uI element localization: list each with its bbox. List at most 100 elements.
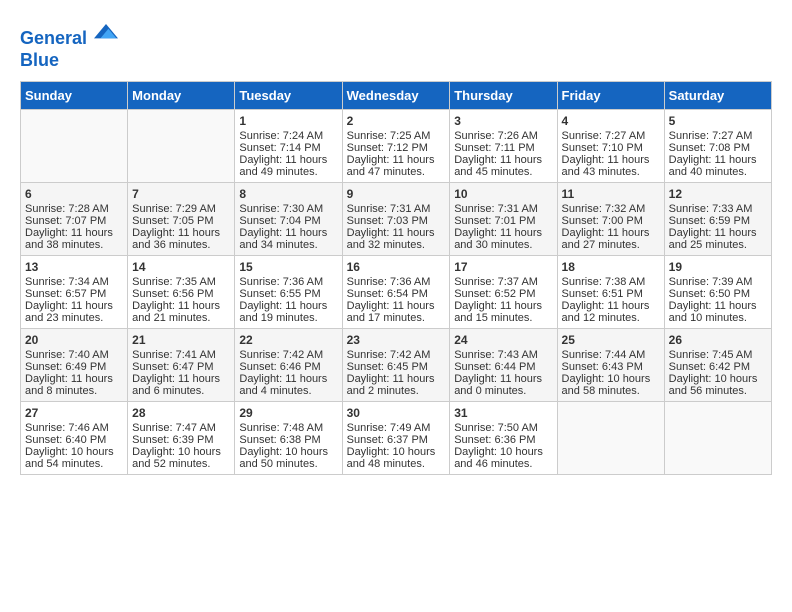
daylight-text: Daylight: 11 hours and 6 minutes. [132, 373, 220, 397]
sunrise-text: Sunrise: 7:33 AM [669, 203, 753, 215]
header-thursday: Thursday [450, 81, 557, 109]
calendar-header: SundayMondayTuesdayWednesdayThursdayFrid… [21, 81, 772, 109]
calendar-cell: 18Sunrise: 7:38 AMSunset: 6:51 PMDayligh… [557, 255, 664, 328]
day-number: 16 [347, 260, 446, 274]
sunset-text: Sunset: 6:42 PM [669, 361, 750, 373]
sunset-text: Sunset: 7:12 PM [347, 142, 428, 154]
logo-blue: Blue [20, 50, 118, 71]
calendar-cell: 23Sunrise: 7:42 AMSunset: 6:45 PMDayligh… [342, 328, 450, 401]
sunset-text: Sunset: 6:49 PM [25, 361, 106, 373]
week-row-3: 13Sunrise: 7:34 AMSunset: 6:57 PMDayligh… [21, 255, 772, 328]
day-number: 17 [454, 260, 552, 274]
sunset-text: Sunset: 7:00 PM [562, 215, 643, 227]
calendar-cell: 6Sunrise: 7:28 AMSunset: 7:07 PMDaylight… [21, 182, 128, 255]
sunset-text: Sunset: 6:47 PM [132, 361, 213, 373]
daylight-text: Daylight: 11 hours and 30 minutes. [454, 227, 542, 251]
day-number: 8 [239, 187, 337, 201]
sunset-text: Sunset: 7:05 PM [132, 215, 213, 227]
daylight-text: Daylight: 11 hours and 36 minutes. [132, 227, 220, 251]
calendar-cell: 30Sunrise: 7:49 AMSunset: 6:37 PMDayligh… [342, 401, 450, 474]
sunrise-text: Sunrise: 7:27 AM [669, 130, 753, 142]
sunset-text: Sunset: 6:38 PM [239, 434, 320, 446]
sunset-text: Sunset: 6:36 PM [454, 434, 535, 446]
sunrise-text: Sunrise: 7:47 AM [132, 422, 216, 434]
day-number: 29 [239, 406, 337, 420]
sunrise-text: Sunrise: 7:35 AM [132, 276, 216, 288]
daylight-text: Daylight: 11 hours and 8 minutes. [25, 373, 113, 397]
day-number: 20 [25, 333, 123, 347]
day-number: 31 [454, 406, 552, 420]
day-number: 27 [25, 406, 123, 420]
calendar-cell: 1Sunrise: 7:24 AMSunset: 7:14 PMDaylight… [235, 109, 342, 182]
daylight-text: Daylight: 11 hours and 4 minutes. [239, 373, 327, 397]
header-wednesday: Wednesday [342, 81, 450, 109]
daylight-text: Daylight: 11 hours and 49 minutes. [239, 154, 327, 178]
calendar-cell: 14 Sunrise: 7:35 AMSunset: 6:56 PMDayligh… [128, 255, 235, 328]
calendar-body: 1Sunrise: 7:24 AMSunset: 7:14 PMDaylight… [21, 109, 772, 474]
sunrise-text: Sunrise: 7:34 AM [25, 276, 109, 288]
calendar-cell: 9Sunrise: 7:31 AMSunset: 7:03 PMDaylight… [342, 182, 450, 255]
daylight-text: Daylight: 10 hours and 52 minutes. [132, 446, 221, 470]
calendar-cell: 7Sunrise: 7:29 AMSunset: 7:05 PMDaylight… [128, 182, 235, 255]
daylight-text: Daylight: 11 hours and 19 minutes. [239, 300, 327, 324]
sunrise-text: Sunrise: 7:43 AM [454, 349, 538, 361]
sunrise-text: Sunrise: 7:26 AM [454, 130, 538, 142]
sunset-text: Sunset: 7:14 PM [239, 142, 320, 154]
sunset-text: Sunset: 6:56 PM [132, 288, 213, 300]
sunset-text: Sunset: 6:51 PM [562, 288, 643, 300]
sunrise-text: Sunrise: 7:24 AM [239, 130, 323, 142]
calendar-cell: 15Sunrise: 7:36 AMSunset: 6:55 PMDayligh… [235, 255, 342, 328]
header-friday: Friday [557, 81, 664, 109]
calendar-cell: 8Sunrise: 7:30 AMSunset: 7:04 PMDaylight… [235, 182, 342, 255]
calendar-cell: 13Sunrise: 7:34 AMSunset: 6:57 PMDayligh… [21, 255, 128, 328]
day-number: 23 [347, 333, 446, 347]
day-number: 25 [562, 333, 660, 347]
daylight-text: Daylight: 10 hours and 58 minutes. [562, 373, 651, 397]
calendar-cell [21, 109, 128, 182]
daylight-text: Daylight: 11 hours and 40 minutes. [669, 154, 757, 178]
calendar-cell: 27 Sunrise: 7:46 AMSunset: 6:40 PMDayligh… [21, 401, 128, 474]
sunrise-text: Sunrise: 7:38 AM [562, 276, 646, 288]
calendar-cell: 24Sunrise: 7:43 AMSunset: 6:44 PMDayligh… [450, 328, 557, 401]
sunset-text: Sunset: 7:04 PM [239, 215, 320, 227]
calendar-cell: 16Sunrise: 7:36 AMSunset: 6:54 PMDayligh… [342, 255, 450, 328]
header-row: SundayMondayTuesdayWednesdayThursdayFrid… [21, 81, 772, 109]
daylight-text: Daylight: 11 hours and 27 minutes. [562, 227, 650, 251]
day-number: 24 [454, 333, 552, 347]
day-number: 21 [132, 333, 230, 347]
header-sunday: Sunday [21, 81, 128, 109]
header-monday: Monday [128, 81, 235, 109]
calendar-cell: 20 Sunrise: 7:40 AMSunset: 6:49 PMDayligh… [21, 328, 128, 401]
sunset-text: Sunset: 7:03 PM [347, 215, 428, 227]
sunrise-text: Sunrise: 7:50 AM [454, 422, 538, 434]
sunset-text: Sunset: 6:55 PM [239, 288, 320, 300]
day-number: 14 [132, 260, 230, 274]
calendar-cell: 11Sunrise: 7:32 AMSunset: 7:00 PMDayligh… [557, 182, 664, 255]
day-number: 6 [25, 187, 123, 201]
daylight-text: Daylight: 10 hours and 56 minutes. [669, 373, 758, 397]
calendar-cell: 2Sunrise: 7:25 AMSunset: 7:12 PMDaylight… [342, 109, 450, 182]
sunrise-text: Sunrise: 7:31 AM [347, 203, 431, 215]
sunset-text: Sunset: 7:01 PM [454, 215, 535, 227]
logo-text: General [20, 20, 118, 50]
sunrise-text: Sunrise: 7:46 AM [25, 422, 109, 434]
daylight-text: Daylight: 11 hours and 21 minutes. [132, 300, 220, 324]
sunset-text: Sunset: 6:40 PM [25, 434, 106, 446]
calendar-cell [128, 109, 235, 182]
daylight-text: Daylight: 11 hours and 25 minutes. [669, 227, 757, 251]
sunset-text: Sunset: 6:44 PM [454, 361, 535, 373]
week-row-1: 1Sunrise: 7:24 AMSunset: 7:14 PMDaylight… [21, 109, 772, 182]
daylight-text: Daylight: 11 hours and 10 minutes. [669, 300, 757, 324]
day-number: 22 [239, 333, 337, 347]
sunrise-text: Sunrise: 7:40 AM [25, 349, 109, 361]
daylight-text: Daylight: 11 hours and 17 minutes. [347, 300, 435, 324]
sunrise-text: Sunrise: 7:44 AM [562, 349, 646, 361]
daylight-text: Daylight: 11 hours and 47 minutes. [347, 154, 435, 178]
daylight-text: Daylight: 10 hours and 54 minutes. [25, 446, 114, 470]
sunrise-text: Sunrise: 7:48 AM [239, 422, 323, 434]
logo-icon [94, 20, 118, 44]
calendar-cell: 5Sunrise: 7:27 AMSunset: 7:08 PMDaylight… [664, 109, 771, 182]
day-number: 18 [562, 260, 660, 274]
sunrise-text: Sunrise: 7:45 AM [669, 349, 753, 361]
sunset-text: Sunset: 6:59 PM [669, 215, 750, 227]
